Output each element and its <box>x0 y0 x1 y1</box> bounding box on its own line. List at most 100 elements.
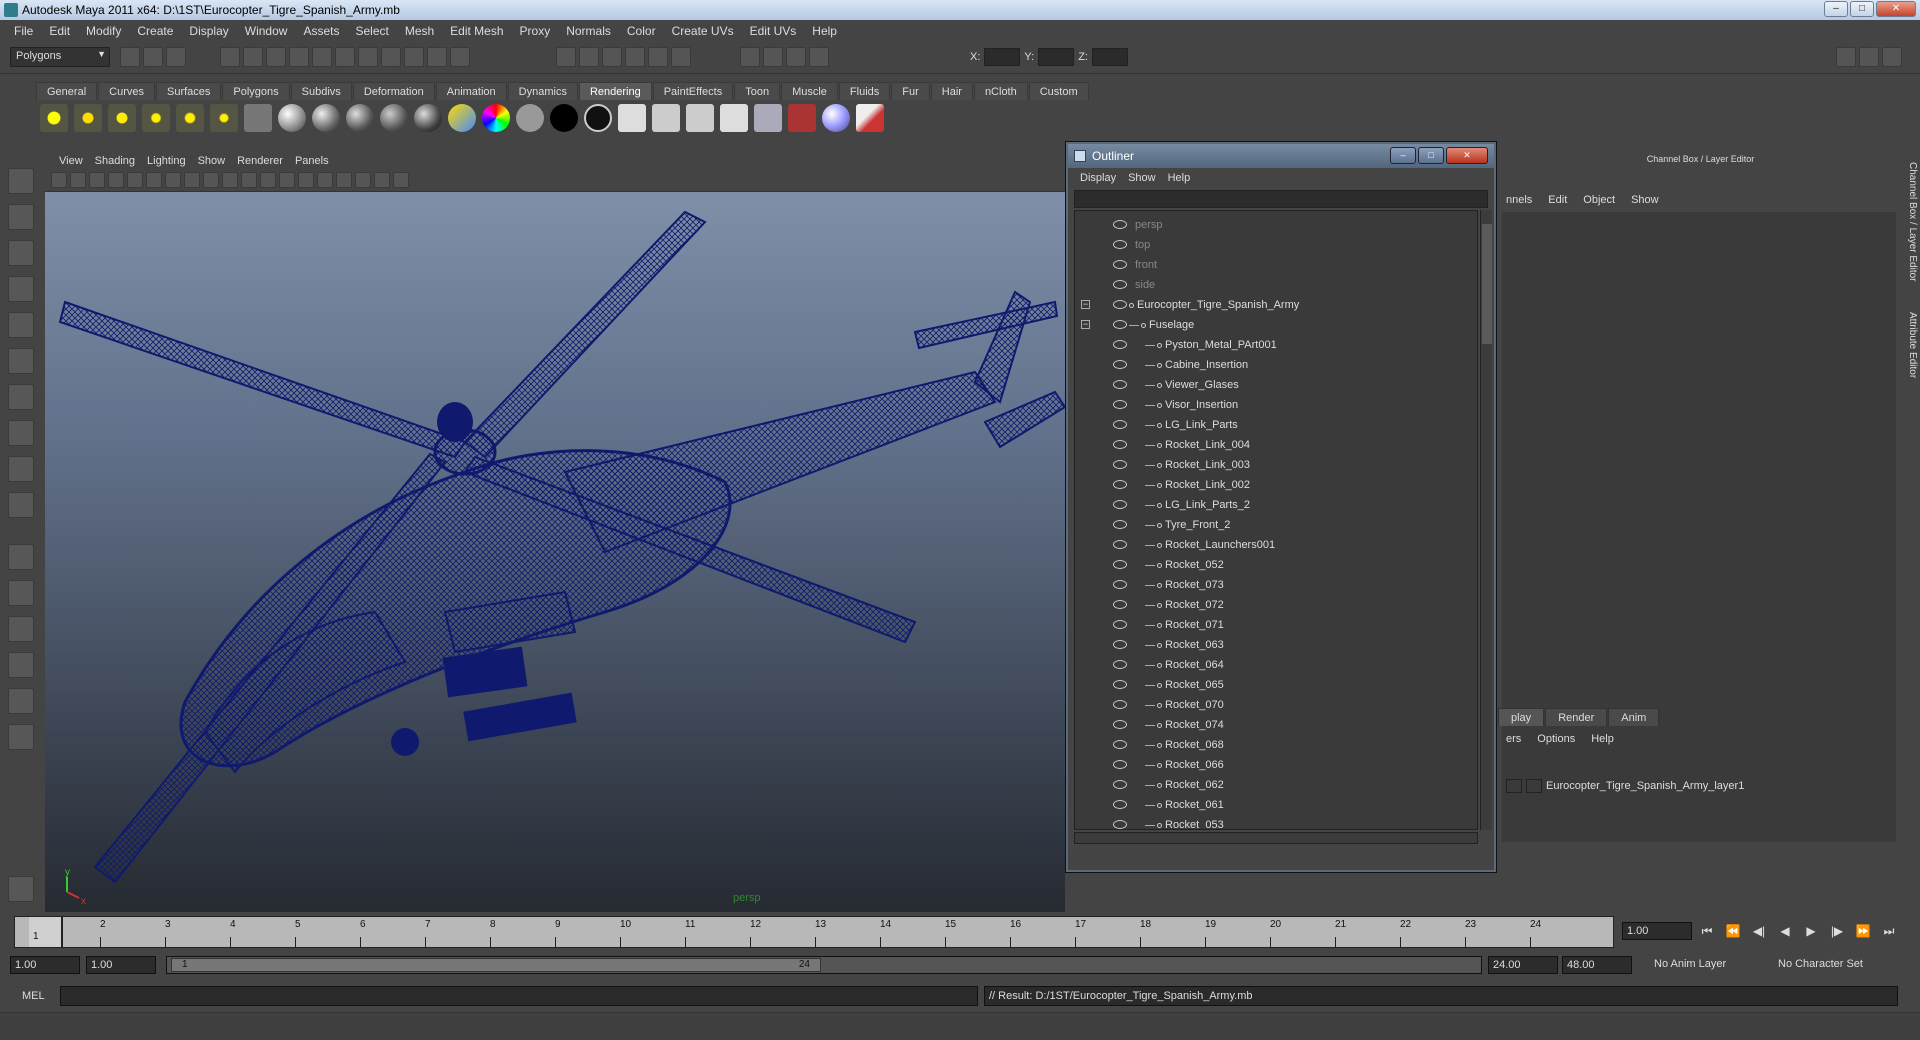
menu-help[interactable]: Help <box>804 24 845 38</box>
camera-select-icon[interactable] <box>51 172 67 188</box>
playback-button[interactable]: ◀ <box>1774 922 1796 940</box>
tab-fluids[interactable]: Fluids <box>838 82 891 100</box>
outliner-item[interactable]: Rocket_070 <box>1075 695 1475 715</box>
render-globals-icon[interactable] <box>720 104 748 132</box>
outliner-item[interactable]: Rocket_Launchers001 <box>1075 535 1475 555</box>
last-tool-icon[interactable] <box>8 492 34 518</box>
layer-tab[interactable]: play <box>1498 708 1545 726</box>
output-ops-icon[interactable] <box>671 47 691 67</box>
menu-modify[interactable]: Modify <box>78 24 129 38</box>
outliner-menu-show[interactable]: Show <box>1122 172 1162 184</box>
range-slider[interactable]: 1 24 <box>166 956 1482 974</box>
area-light-icon[interactable] <box>176 104 204 132</box>
outliner-item[interactable]: Cabine_Insertion <box>1075 355 1475 375</box>
mel-input[interactable] <box>60 986 978 1006</box>
snap-curve-icon[interactable] <box>312 47 332 67</box>
lasso-tool-icon[interactable] <box>8 204 34 230</box>
outliner-maximize-button[interactable]: □ <box>1418 147 1444 164</box>
phong-shader-icon[interactable] <box>346 104 374 132</box>
film-gate-icon[interactable] <box>146 172 162 188</box>
outliner-item[interactable]: front <box>1075 255 1475 275</box>
viewport-canvas[interactable]: y x persp <box>45 192 1065 912</box>
save-scene-icon[interactable] <box>166 47 186 67</box>
outliner-item[interactable]: persp <box>1075 215 1475 235</box>
outliner-item[interactable]: Rocket_072 <box>1075 595 1475 615</box>
outliner-item[interactable]: Rocket_052 <box>1075 555 1475 575</box>
viewport-menu-show[interactable]: Show <box>192 155 232 167</box>
outliner-item[interactable]: Rocket_068 <box>1075 735 1475 755</box>
outliner-close-button[interactable]: ✕ <box>1446 147 1488 164</box>
persp-uv-icon[interactable] <box>8 724 34 750</box>
time-slider[interactable]: 1234567891011121314151617181920212223241 <box>14 916 1614 948</box>
outliner-item[interactable]: side <box>1075 275 1475 295</box>
outliner-item[interactable]: − Fuselage <box>1075 315 1475 335</box>
viewport-menu-shading[interactable]: Shading <box>89 155 141 167</box>
resolution-gate-icon[interactable] <box>165 172 181 188</box>
menu-create-uvs[interactable]: Create UVs <box>664 24 742 38</box>
wireframe-icon[interactable] <box>260 172 276 188</box>
history-icon[interactable] <box>556 47 576 67</box>
menu-select[interactable]: Select <box>347 24 396 38</box>
anim-layer-dropdown[interactable]: No Anim Layer <box>1650 956 1758 974</box>
snap-view-icon[interactable] <box>404 47 424 67</box>
paint-icon[interactable] <box>856 104 884 132</box>
scrollbar-thumb[interactable] <box>1482 224 1492 344</box>
layer-tab[interactable]: Render <box>1545 708 1608 726</box>
menu-edit-uvs[interactable]: Edit UVs <box>742 24 805 38</box>
tab-muscle[interactable]: Muscle <box>781 82 838 100</box>
batch-render-icon[interactable] <box>788 104 816 132</box>
select-hierarchy-icon[interactable] <box>220 47 240 67</box>
x-field[interactable] <box>984 48 1021 66</box>
show-hide-channel-icon[interactable] <box>786 47 806 67</box>
render-current-icon[interactable] <box>652 104 680 132</box>
menu-color[interactable]: Color <box>619 24 664 38</box>
tab-hair[interactable]: Hair <box>930 82 973 100</box>
paint-select-icon[interactable] <box>8 240 34 266</box>
outliner-minimize-button[interactable]: – <box>1390 147 1416 164</box>
universal-manip-icon[interactable] <box>8 384 34 410</box>
playback-button[interactable]: ⏩ <box>1852 922 1874 940</box>
menu-mesh[interactable]: Mesh <box>397 24 442 38</box>
menu-display[interactable]: Display <box>181 24 236 38</box>
minimize-button[interactable]: – <box>1824 1 1848 17</box>
wire-on-shaded-icon[interactable] <box>298 172 314 188</box>
outliner-item[interactable]: LG_Link_Parts <box>1075 415 1475 435</box>
open-scene-icon[interactable] <box>143 47 163 67</box>
outliner-item[interactable]: Rocket_Link_004 <box>1075 435 1475 455</box>
persp-graph-icon[interactable] <box>8 652 34 678</box>
select-tool-icon[interactable] <box>8 168 34 194</box>
outliner-item[interactable]: Rocket_066 <box>1075 755 1475 775</box>
outliner-toggle-icon[interactable] <box>809 47 829 67</box>
isolate-select-icon[interactable] <box>374 172 390 188</box>
show-hide-attribute-icon[interactable] <box>740 47 760 67</box>
help-icon[interactable] <box>427 47 447 67</box>
layer-menu-item[interactable]: Help <box>1583 733 1622 745</box>
outliner-menu-help[interactable]: Help <box>1162 172 1197 184</box>
channel-box-menu-item[interactable]: Object <box>1575 194 1623 206</box>
outliner-menu-display[interactable]: Display <box>1074 172 1122 184</box>
scale-tool-icon[interactable] <box>8 348 34 374</box>
xray-icon[interactable] <box>393 172 409 188</box>
surface-shader-icon[interactable] <box>516 104 544 132</box>
image-plane-icon[interactable] <box>108 172 124 188</box>
outliner-item[interactable]: Tyre_Front_2 <box>1075 515 1475 535</box>
tab-general[interactable]: General <box>36 82 98 100</box>
blinn-shader-icon[interactable] <box>312 104 340 132</box>
menu-create[interactable]: Create <box>129 24 181 38</box>
viewport-menu-panels[interactable]: Panels <box>289 155 335 167</box>
outliner-item[interactable]: Rocket_Link_003 <box>1075 455 1475 475</box>
current-frame-field[interactable]: 1.00 <box>1622 922 1692 940</box>
mel-label[interactable]: MEL <box>22 990 45 1002</box>
render-frame-icon[interactable] <box>579 47 599 67</box>
snap-surface-icon[interactable] <box>381 47 401 67</box>
snap-plane-icon[interactable] <box>358 47 378 67</box>
menu-normals[interactable]: Normals <box>558 24 619 38</box>
outliner-item[interactable]: top <box>1075 235 1475 255</box>
script-editor-icon[interactable] <box>8 876 34 902</box>
outliner-vertical-scrollbar[interactable] <box>1480 210 1492 830</box>
ipr-icon[interactable] <box>686 104 714 132</box>
channel-box-menu-item[interactable]: Edit <box>1540 194 1575 206</box>
outliner-item[interactable]: Viewer_Glases <box>1075 375 1475 395</box>
outliner-item[interactable]: Rocket_064 <box>1075 655 1475 675</box>
tab-toon[interactable]: Toon <box>734 82 781 100</box>
